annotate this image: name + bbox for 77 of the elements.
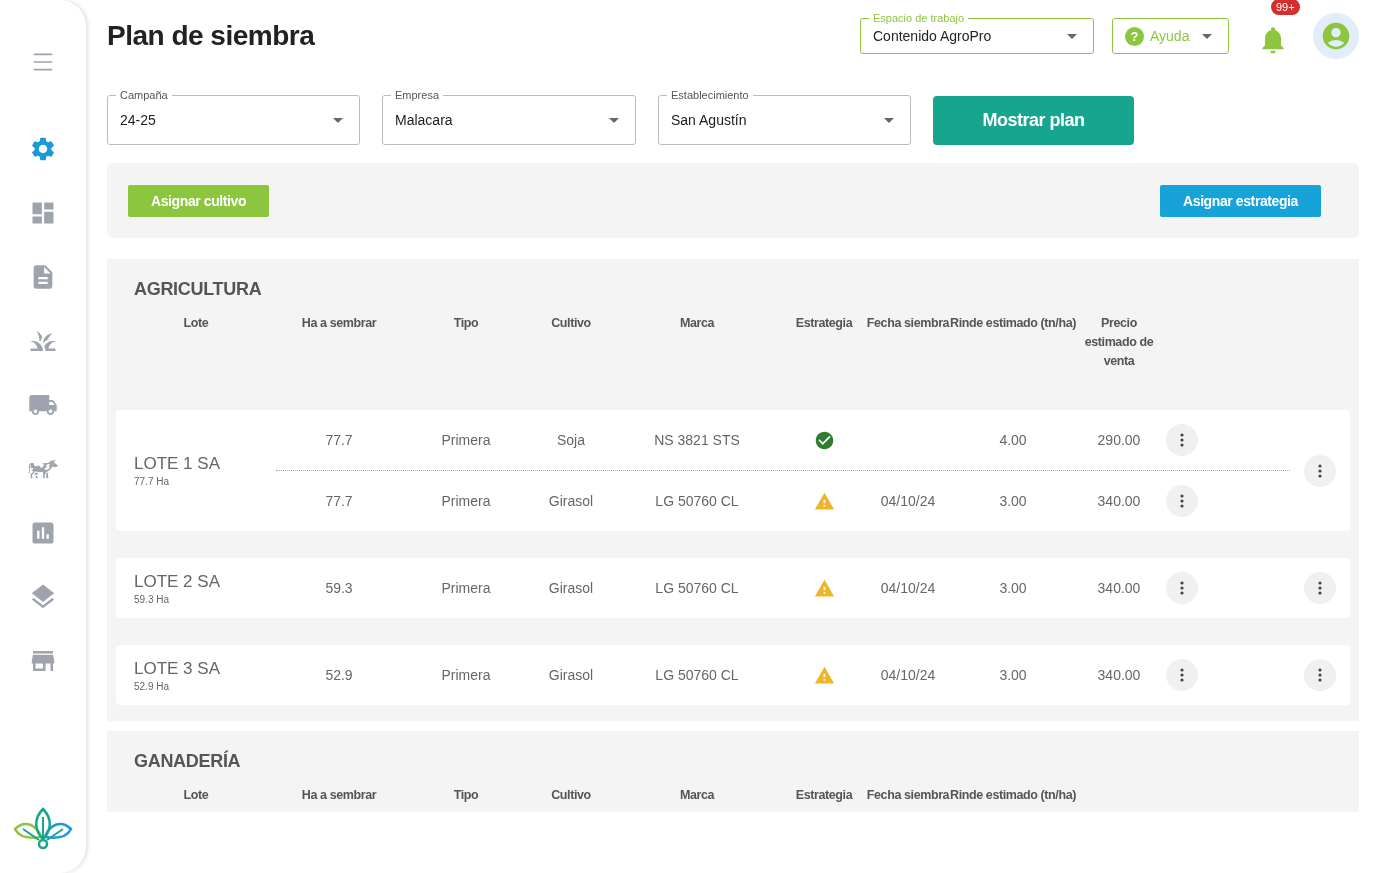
more-icon <box>1180 433 1184 447</box>
lot-area: 77.7 Ha <box>134 476 276 487</box>
column-header: Tipo <box>452 315 480 332</box>
more-button[interactable] <box>1304 659 1336 691</box>
column-header: Cultivo <box>550 787 592 804</box>
column-header: Ha a sembrar <box>300 315 378 332</box>
table-cell-text: Primera <box>440 580 492 596</box>
column-header: Rinde estimado (tn/ha) <box>950 315 1076 332</box>
caret-icon <box>609 117 619 123</box>
caret-icon <box>884 117 894 123</box>
table-cell-text: NS 3821 STS <box>653 432 741 448</box>
column-header: Marca <box>678 787 716 804</box>
table-cell-text: 290.00 <box>1096 432 1142 448</box>
lot-area: 52.9 Ha <box>134 680 276 692</box>
page-title: Plan de siembra <box>107 20 316 52</box>
table-cell-text: Primera <box>440 432 492 448</box>
section-title: GANADERÍA <box>134 751 242 772</box>
column-header: Lote <box>182 787 210 804</box>
column-header: Fecha siembra <box>866 315 950 332</box>
column-header: Precio estimado de venta <box>1083 315 1155 370</box>
column-header: Ha a sembrar <box>300 787 378 804</box>
more-icon <box>1318 463 1322 478</box>
more-icon <box>1180 494 1184 508</box>
more-button[interactable] <box>1166 659 1198 691</box>
table-cell-text: 52.9 <box>324 667 354 683</box>
table-cell-text: 340.00 <box>1096 493 1142 509</box>
column-header: Estrategia <box>794 315 854 332</box>
section-title: AGRICULTURA <box>134 279 263 300</box>
table-cell-text: 77.7 <box>324 493 354 509</box>
column-header: Tipo <box>452 787 480 804</box>
more-button[interactable] <box>1166 485 1198 517</box>
table-cell-text: LG 50760 CL <box>654 493 740 509</box>
table-cell-text: Primera <box>440 667 492 683</box>
more-button[interactable] <box>1304 572 1336 604</box>
column-header: Cultivo <box>550 315 592 332</box>
table-cell-text: 3.00 <box>998 493 1028 509</box>
table-cell-text: LG 50760 CL <box>654 667 740 683</box>
table-cell-text: 4.00 <box>998 432 1028 448</box>
caret-icon <box>333 117 343 123</box>
table-cell-text: LG 50760 CL <box>654 580 740 596</box>
table-cell-text: 340.00 <box>1096 667 1142 683</box>
lot-name: LOTE 2 SA <box>134 571 221 592</box>
user-icon <box>1320 20 1352 52</box>
table-cell-text: 04/10/24 <box>879 580 937 596</box>
table-cell-text: 3.00 <box>998 667 1028 683</box>
notification-badge: 99+ <box>1271 0 1300 15</box>
more-button[interactable] <box>1166 572 1198 604</box>
table-cell-text: 3.00 <box>998 580 1028 596</box>
table-cell-text: Girasol <box>547 580 595 596</box>
lot-name: LOTE 1 SA <box>134 454 221 474</box>
caret-icon <box>1202 33 1212 39</box>
more-icon <box>1318 581 1322 595</box>
table-cell-text: 340.00 <box>1096 580 1142 596</box>
more-icon <box>1180 668 1184 682</box>
more-button[interactable] <box>1166 424 1198 456</box>
column-header: Marca <box>678 315 716 332</box>
table-cell-text: 04/10/24 <box>879 493 937 509</box>
table-cell-text: 59.3 <box>324 580 354 596</box>
user-avatar[interactable] <box>1313 13 1359 59</box>
column-header: Lote <box>182 315 210 332</box>
help-icon: ? <box>1125 26 1144 46</box>
column-header: Fecha siembra <box>866 787 950 804</box>
column-header: Rinde estimado (tn/ha) <box>950 787 1076 804</box>
table-cell-text: Primera <box>440 493 492 509</box>
table-cell-text: Girasol <box>547 667 595 683</box>
table-cell-text: Girasol <box>547 493 595 509</box>
table-cell-text: 77.7 <box>324 432 354 448</box>
leaf-logo-icon <box>11 807 75 851</box>
more-icon <box>1180 581 1184 595</box>
more-button[interactable] <box>1304 454 1336 487</box>
more-icon <box>1318 668 1322 682</box>
column-header: Estrategia <box>794 787 854 804</box>
caret-icon <box>1067 33 1077 39</box>
table-cell-text: 04/10/24 <box>879 667 937 683</box>
lot-name: LOTE 3 SA <box>134 658 221 679</box>
lot-area: 59.3 Ha <box>134 593 276 605</box>
table-cell-text: Soja <box>556 432 586 448</box>
